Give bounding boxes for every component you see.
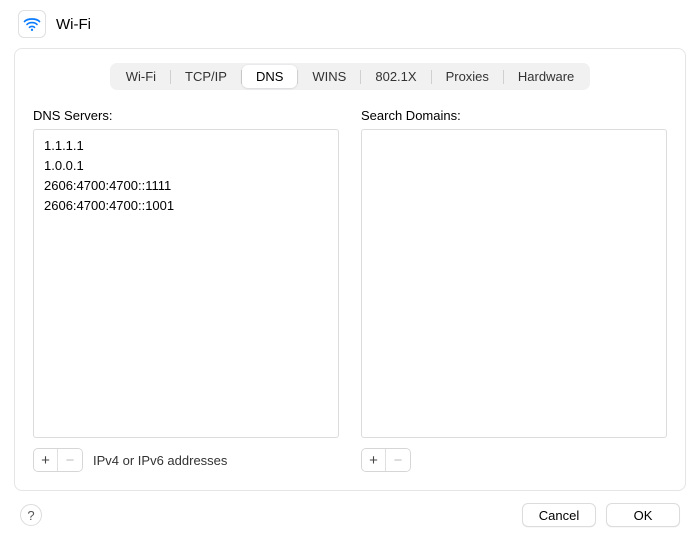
panes: DNS Servers: 1.1.1.1 1.0.0.1 2606:4700:4… <box>33 108 667 472</box>
dns-servers-pane: DNS Servers: 1.1.1.1 1.0.0.1 2606:4700:4… <box>33 108 339 472</box>
list-item[interactable]: 1.0.0.1 <box>44 156 328 176</box>
bottom-bar: ? Cancel OK <box>0 491 700 541</box>
tab-tcpip[interactable]: TCP/IP <box>171 65 241 88</box>
tabs: Wi-Fi TCP/IP DNS WINS 802.1X Proxies Har… <box>110 63 591 90</box>
list-item[interactable]: 2606:4700:4700::1001 <box>44 196 328 216</box>
window-title: Wi-Fi <box>56 16 91 33</box>
cancel-button[interactable]: Cancel <box>522 503 596 527</box>
wifi-icon <box>18 10 46 38</box>
content-card: Wi-Fi TCP/IP DNS WINS 802.1X Proxies Har… <box>14 48 686 491</box>
help-button[interactable]: ? <box>20 504 42 526</box>
search-domains-pane: Search Domains: + − <box>361 108 667 472</box>
dns-add-button[interactable]: + <box>34 449 58 471</box>
dns-servers-list[interactable]: 1.1.1.1 1.0.0.1 2606:4700:4700::1111 260… <box>33 129 339 438</box>
tab-hardware[interactable]: Hardware <box>504 65 588 88</box>
dns-pane-footer: + − IPv4 or IPv6 addresses <box>33 448 339 472</box>
search-domains-label: Search Domains: <box>361 108 667 123</box>
search-domains-remove-button[interactable]: − <box>386 449 410 471</box>
search-domains-pane-footer: + − <box>361 448 667 472</box>
list-item[interactable]: 1.1.1.1 <box>44 136 328 156</box>
search-domains-add-remove: + − <box>361 448 411 472</box>
tab-8021x[interactable]: 802.1X <box>361 65 430 88</box>
dns-remove-button[interactable]: − <box>58 449 82 471</box>
wifi-settings-window: Wi-Fi Wi-Fi TCP/IP DNS WINS 802.1X Proxi… <box>0 0 700 541</box>
window-header: Wi-Fi <box>0 0 700 42</box>
list-item[interactable]: 2606:4700:4700::1111 <box>44 176 328 196</box>
tab-wins[interactable]: WINS <box>298 65 360 88</box>
tab-proxies[interactable]: Proxies <box>432 65 503 88</box>
search-domains-list[interactable] <box>361 129 667 438</box>
search-domains-add-button[interactable]: + <box>362 449 386 471</box>
ok-button[interactable]: OK <box>606 503 680 527</box>
dns-servers-label: DNS Servers: <box>33 108 339 123</box>
tabs-container: Wi-Fi TCP/IP DNS WINS 802.1X Proxies Har… <box>33 63 667 90</box>
dns-hint: IPv4 or IPv6 addresses <box>93 453 227 468</box>
tab-dns[interactable]: DNS <box>242 65 297 88</box>
tab-wifi[interactable]: Wi-Fi <box>112 65 170 88</box>
dns-add-remove: + − <box>33 448 83 472</box>
